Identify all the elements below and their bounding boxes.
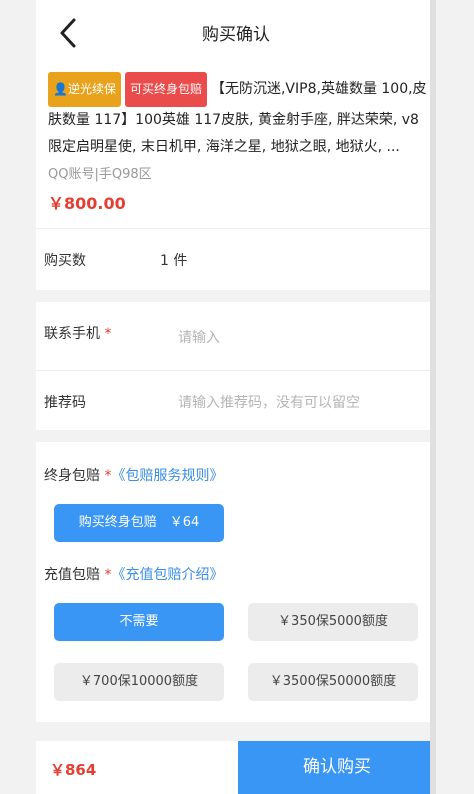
recharge-intro-link[interactable]: 《充值包赔介绍》	[111, 567, 223, 583]
insurance-tag: 👤逆光续保	[48, 72, 121, 107]
buy-lifetime-insurance-button[interactable]: 购买终身包赔 ￥64	[54, 504, 224, 542]
product-description: 👤逆光续保 可买终身包赔 【无防沉迷,VIP8,英雄数量 100,皮肤数量 117】…	[48, 72, 428, 161]
referral-label: 推荐码	[44, 395, 86, 411]
section-gap	[36, 290, 436, 302]
page-title: 购买确认	[202, 25, 270, 45]
recharge-option-700[interactable]: ￥700保10000额度	[54, 663, 224, 701]
purchase-confirm-page: 购买确认 👤逆光续保 可买终身包赔 【无防沉迷,VIP8,英雄数量 100,皮肤数量…	[36, 0, 436, 794]
divider	[36, 228, 436, 229]
phone-input[interactable]: 请输入	[178, 327, 220, 347]
section-gap	[36, 430, 436, 442]
recharge-label: 充值包赔 *《充值包赔介绍》	[44, 564, 223, 584]
required-mark: *	[104, 326, 112, 342]
total-price: ￥864	[50, 761, 97, 779]
quantity-label: 购买数	[44, 253, 86, 269]
quantity-value: 1 件	[160, 253, 188, 269]
scrollbar[interactable]	[430, 0, 436, 794]
divider	[36, 370, 436, 371]
insurance-tag-label: 逆光续保	[67, 82, 116, 96]
recharge-option-3500[interactable]: ￥3500保50000额度	[248, 663, 418, 701]
product-card[interactable]: 👤逆光续保 可买终身包赔 【无防沉迷,VIP8,英雄数量 100,皮肤数量 117】…	[48, 72, 428, 214]
user-shield-icon: 👤	[53, 82, 68, 96]
section-gap	[36, 722, 436, 741]
lifetime-label-text: 终身包赔	[44, 468, 100, 484]
lifetime-tag: 可买终身包赔	[124, 72, 207, 107]
lifetime-rules-link[interactable]: 《包赔服务规则》	[111, 468, 223, 484]
recharge-option-none[interactable]: 不需要	[54, 603, 224, 641]
bottom-bar: ￥864 确认购买	[36, 741, 436, 794]
recharge-label-text: 充值包赔	[44, 567, 100, 583]
product-price: ￥800.00	[48, 194, 126, 213]
recharge-option-350[interactable]: ￥350保5000额度	[248, 603, 418, 641]
header: 购买确认	[36, 8, 436, 60]
product-account-info: QQ账号|手Q98区	[48, 167, 152, 182]
phone-label: 联系手机 *	[44, 323, 111, 343]
phone-label-text: 联系手机	[44, 326, 100, 342]
referral-input[interactable]: 请输入推荐码，没有可以留空	[178, 392, 360, 412]
lifetime-label: 终身包赔 *《包赔服务规则》	[44, 465, 223, 485]
confirm-purchase-button[interactable]: 确认购买	[238, 741, 436, 794]
